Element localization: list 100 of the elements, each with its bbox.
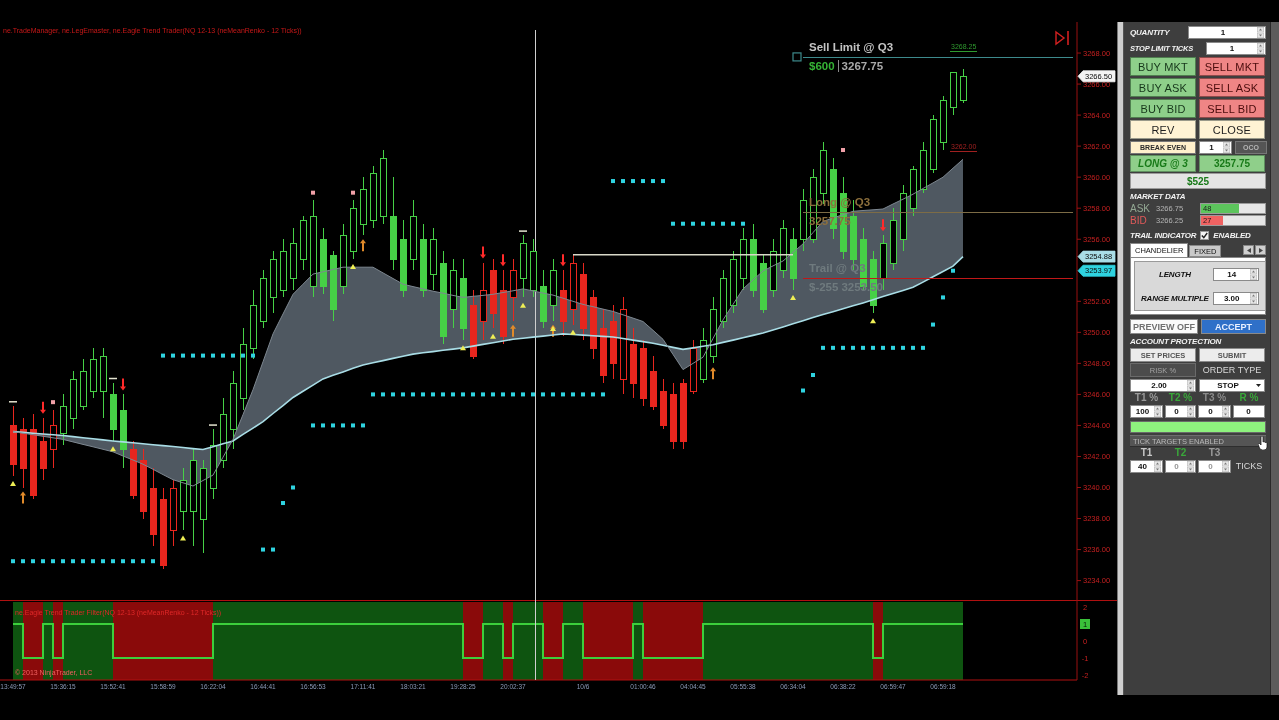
order-button[interactable]: BUY BID [1130,99,1196,118]
triangle-marker [550,325,556,331]
spin-arrows-icon[interactable] [1154,461,1161,472]
candle [710,309,717,357]
down-arrow-icon [880,219,886,232]
candle [740,239,747,279]
spin-arrows-icon[interactable] [1223,141,1230,153]
order-button[interactable]: REV [1130,120,1196,139]
candle [850,216,857,260]
candle [180,480,187,512]
candle [450,270,457,310]
candle [240,344,247,399]
candle [820,150,827,194]
candle [170,488,177,531]
order-button[interactable]: CLOSE [1199,120,1265,139]
panel-splitter[interactable] [1117,22,1124,695]
candle [310,216,317,287]
triangle-marker [110,446,116,452]
position-label: LONG @ 3 [1130,155,1196,172]
candle [140,460,147,512]
candle [540,286,547,322]
tab-scroll-button[interactable] [1243,245,1254,255]
candle-wick [53,409,54,469]
square-handle-icon[interactable] [792,52,802,62]
side-scrollbar[interactable] [1270,22,1279,695]
triangle-bar-icon[interactable] [1055,30,1069,46]
tab-scroll-button[interactable] [1255,245,1266,255]
target-label: R % [1239,393,1259,403]
right-triangle-icon [1258,247,1263,253]
candle [910,169,917,209]
triangle-marker [520,302,526,308]
spin-arrows-icon[interactable] [1257,26,1264,38]
accept-button[interactable]: ACCEPT [1201,319,1266,334]
candle [50,425,57,450]
caret-icon [1256,383,1261,387]
text-separator [837,60,839,73]
candle [400,239,407,291]
enabled-checkbox[interactable] [1200,231,1210,240]
number-spinner[interactable]: 14 [1212,267,1259,281]
number-spinner[interactable]: 100 [1130,405,1163,418]
left-triangle-icon [1246,247,1251,253]
tick-target-spinner[interactable]: 40 [1130,460,1163,473]
target-label: T3 [1208,448,1221,458]
candle [600,328,607,376]
candle [550,270,557,306]
spin-arrows-icon[interactable] [1249,292,1257,304]
spin-arrows-icon[interactable] [1187,379,1194,391]
candle [70,379,77,419]
target-label: T2 [1174,448,1187,458]
candle [670,394,677,442]
spin-arrows-icon[interactable] [1222,406,1229,417]
candle [780,228,787,271]
number-field[interactable]: 0 [1233,405,1265,418]
candle [10,425,17,465]
order-button[interactable]: SELL BID [1199,99,1265,118]
order-button[interactable]: BUY ASK [1130,78,1196,97]
stop-limit-ticks-spinner[interactable]: 1 [1206,41,1266,55]
candle [320,239,327,287]
order-button[interactable]: SELL ASK [1199,78,1265,97]
spin-arrows-icon[interactable] [1187,406,1194,417]
candle [920,150,927,190]
number-spinner[interactable]: 0 [1198,405,1231,418]
down-arrow-icon [40,401,46,414]
break-even-spinner[interactable]: 1 [1199,140,1232,154]
candle [630,344,637,384]
candle [20,429,27,469]
candle [40,441,47,469]
candle [690,348,697,392]
order-type-dropdown[interactable]: STOP [1199,378,1265,392]
triangle-marker [870,318,876,324]
preview-button[interactable]: PREVIEW OFF [1130,319,1198,334]
dash-icon [209,424,217,426]
candle [200,468,207,520]
candle [370,173,377,221]
candle [340,235,347,287]
triangle-marker [570,329,576,335]
candle [610,321,617,364]
candle [800,200,807,240]
candle [750,239,757,291]
target-label: T2 % [1168,393,1193,403]
number-spinner[interactable]: 0 [1165,405,1196,418]
candle [380,158,387,217]
order-type-label: ORDER TYPE [1201,365,1263,375]
candle [250,305,257,349]
order-label: Sell Limit @ Q3 [809,40,894,54]
order-price: 3267.75 [841,59,884,73]
candle [590,297,597,349]
down-arrow-icon [120,378,126,391]
risk-spinner[interactable]: 2.00 [1130,378,1196,392]
triangle-marker [490,333,496,339]
field-label: LENGTH [1158,269,1192,279]
spin-arrows-icon[interactable] [1257,42,1264,54]
target-label: T3 % [1202,393,1227,403]
field-label: RANGE MULTIPLE [1141,293,1209,303]
order-button[interactable]: SELL MKT [1199,57,1265,76]
number-spinner[interactable]: 3.00 [1212,291,1259,305]
spin-arrows-icon[interactable] [1249,268,1257,280]
quantity-spinner[interactable]: 1 [1188,25,1266,39]
spin-arrows-icon[interactable] [1154,406,1161,417]
order-button[interactable]: BUY MKT [1130,57,1196,76]
